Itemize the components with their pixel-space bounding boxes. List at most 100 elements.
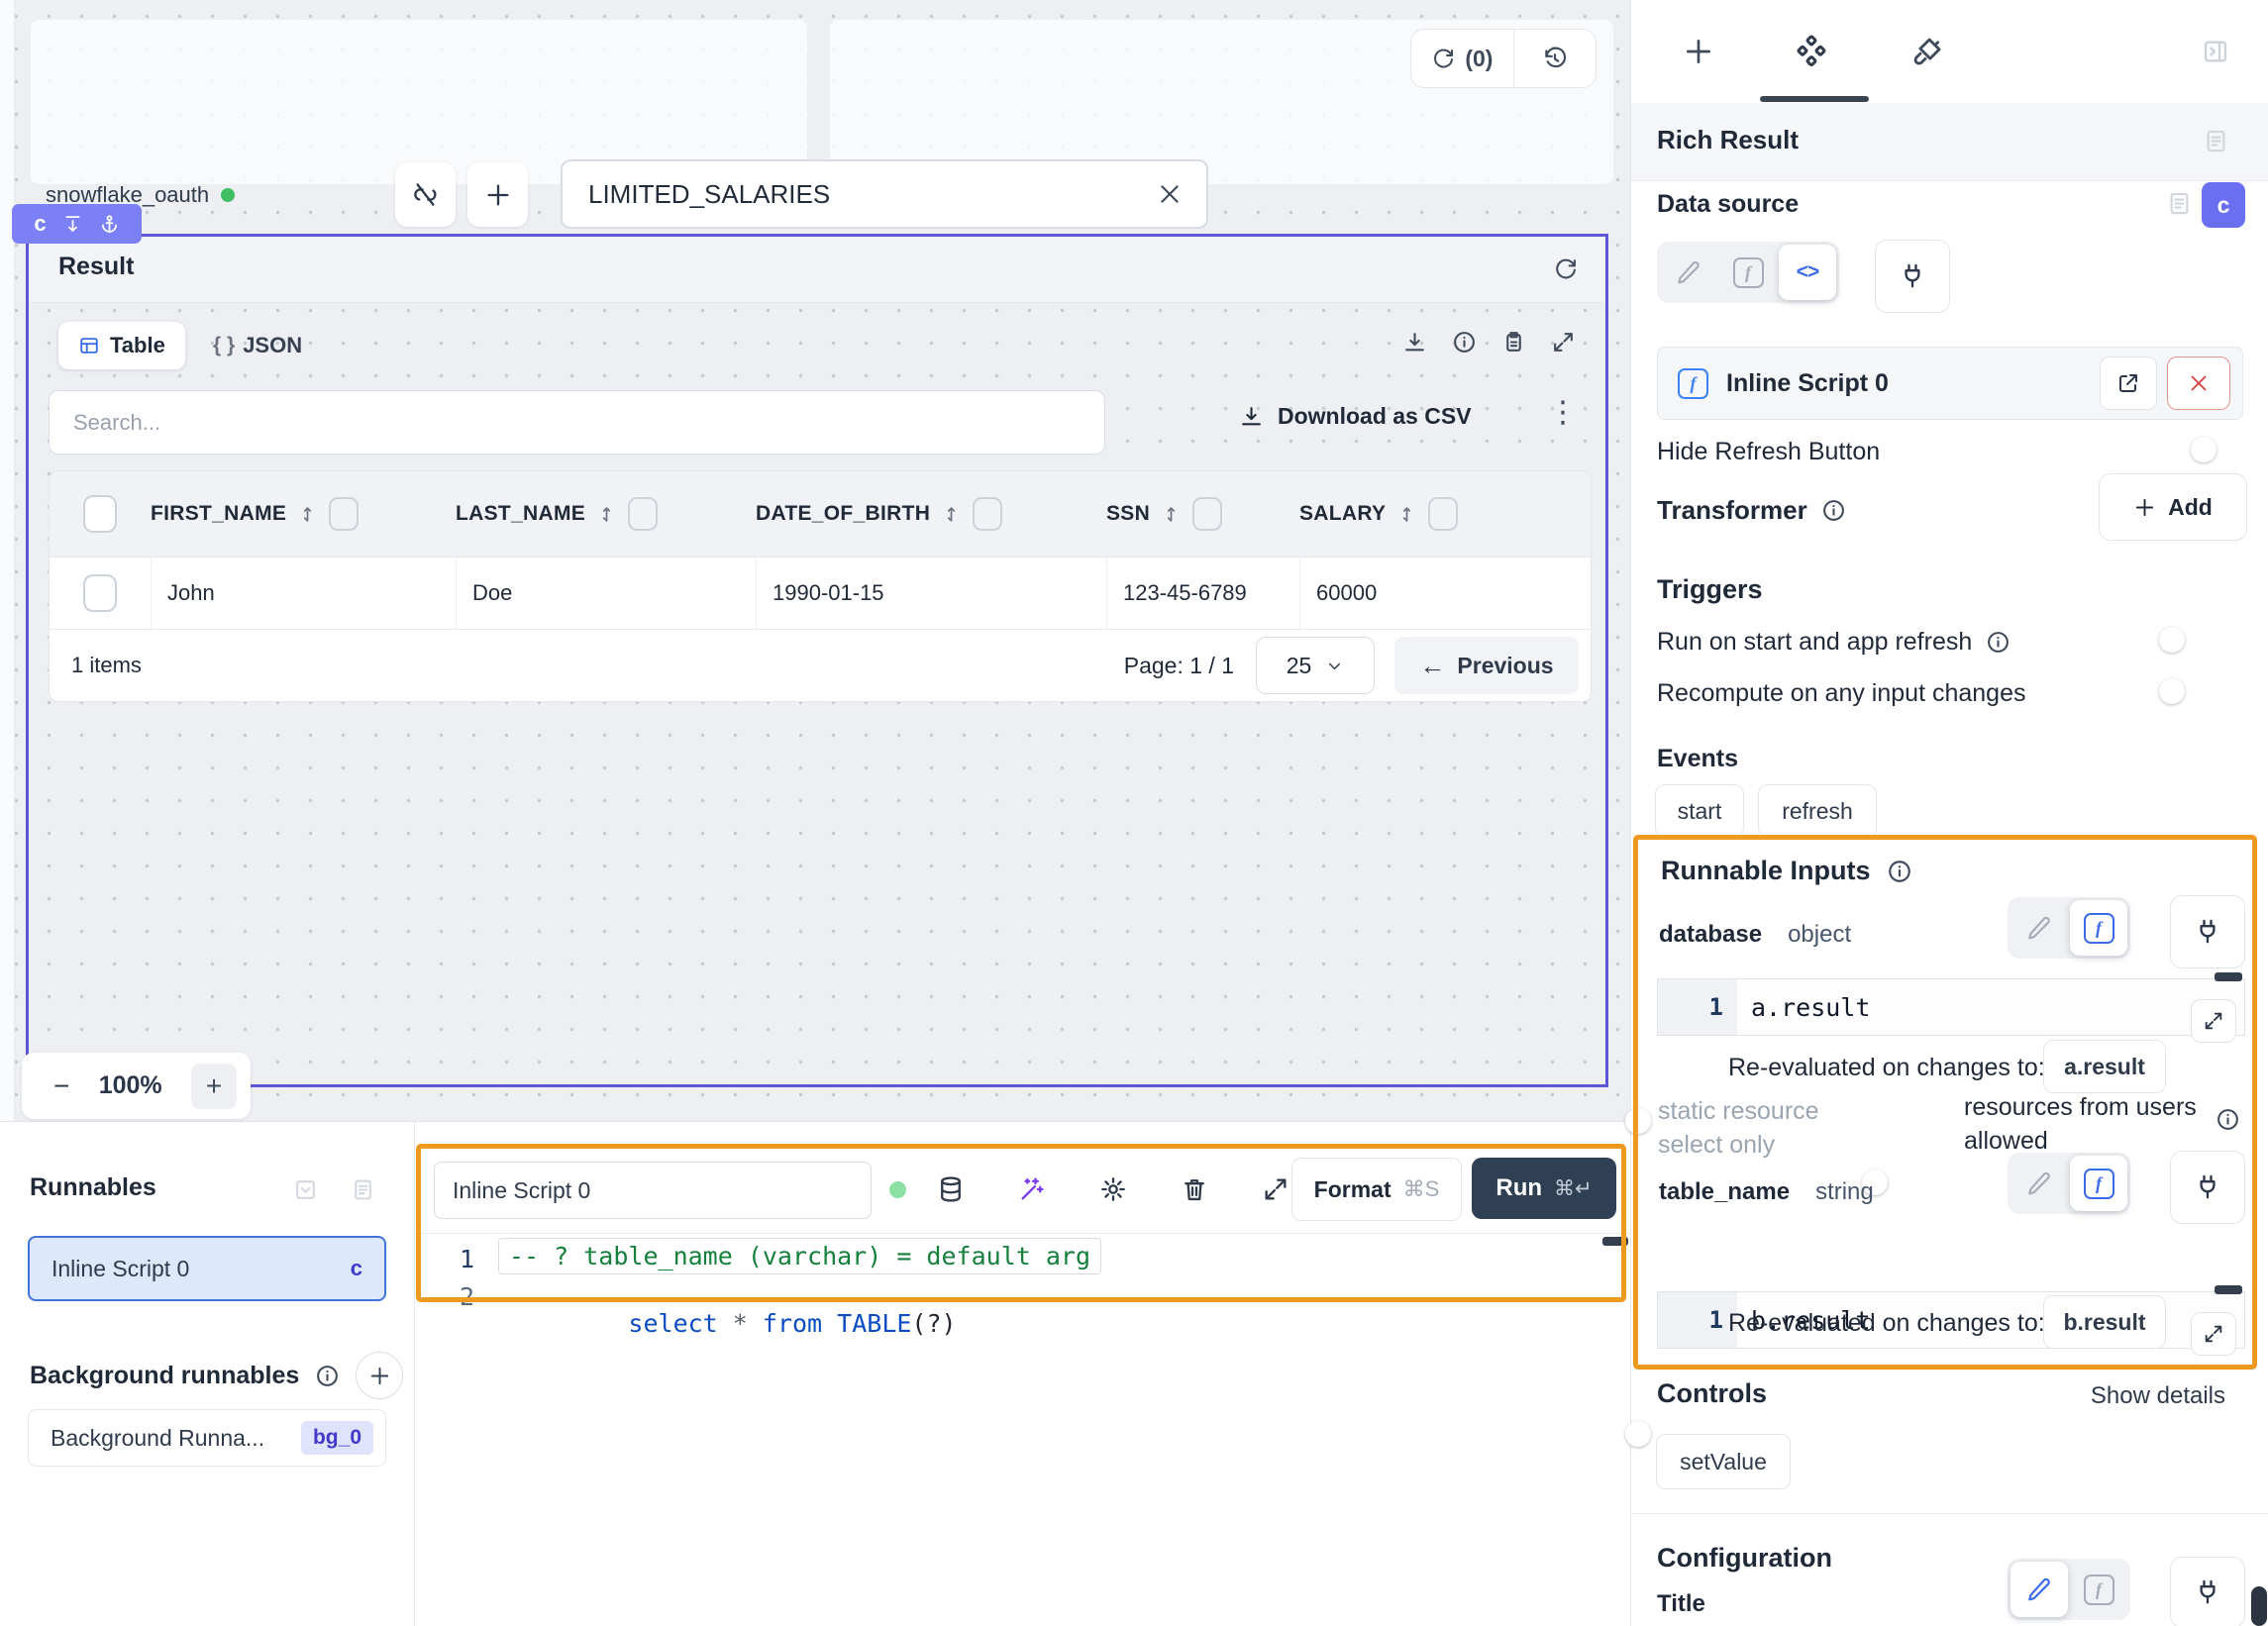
settings-gear-icon[interactable]: [1099, 1175, 1127, 1203]
show-details-link[interactable]: Show details: [2091, 1382, 2225, 1410]
editor-scrollbar-thumb[interactable]: [1602, 1237, 1628, 1246]
line-number: 1: [445, 1245, 474, 1273]
row-checkbox[interactable]: [83, 574, 117, 612]
download-csv-button[interactable]: Download as CSV: [1239, 403, 1472, 430]
doc-icon[interactable]: [2203, 128, 2229, 154]
reeval-target-chip[interactable]: a.result: [2043, 1040, 2166, 1093]
info-icon[interactable]: [1452, 330, 1477, 355]
page-size-value: 25: [1287, 653, 1312, 679]
plug-icon: [2194, 1173, 2221, 1201]
fullscreen-icon[interactable]: [1551, 330, 1576, 355]
format-button[interactable]: Format ⌘S: [1291, 1158, 1462, 1221]
table-name-input[interactable]: LIMITED_SALARIES: [561, 159, 1208, 229]
doc-icon[interactable]: [2166, 190, 2193, 217]
mode-function-icon[interactable]: f: [2070, 1562, 2127, 1617]
function-icon: f: [1678, 368, 1708, 399]
result-actions: [1402, 330, 1576, 355]
runnable-item-inline-script-0[interactable]: Inline Script 0 c: [28, 1236, 386, 1301]
event-chip-start[interactable]: start: [1655, 784, 1744, 838]
sort-icon[interactable]: [1397, 505, 1416, 524]
unlink-button[interactable]: [395, 162, 456, 227]
add-transformer-button[interactable]: Add: [2099, 473, 2247, 541]
table-row[interactable]: John Doe 1990-01-15 123-45-6789 60000: [50, 558, 1591, 629]
background-runnable-item[interactable]: Background Runna... bg_0: [28, 1409, 386, 1467]
column-toggle[interactable]: [329, 497, 359, 531]
event-chip-refresh[interactable]: refresh: [1758, 784, 1877, 838]
control-chip-setvalue[interactable]: setValue: [1656, 1434, 1791, 1489]
page-size-select[interactable]: 25: [1256, 637, 1375, 694]
app-canvas[interactable]: (0) snowflake_oauth LIMITED_SALARIES c: [0, 0, 1630, 1121]
open-script-button[interactable]: [2100, 356, 2157, 410]
delete-trash-icon[interactable]: [1181, 1175, 1208, 1203]
add-background-runnable-button[interactable]: [356, 1352, 403, 1399]
connect-plug-button[interactable]: [2170, 1557, 2245, 1626]
mode-function-icon[interactable]: f: [2070, 900, 2127, 956]
column-toggle[interactable]: [1192, 497, 1222, 531]
input-name: table_name: [1659, 1178, 1790, 1206]
select-all-checkbox[interactable]: [83, 495, 117, 533]
move-to-bottom-icon[interactable]: [62, 214, 83, 235]
collapse-box-icon[interactable]: [293, 1177, 318, 1202]
run-button[interactable]: Run ⌘↵: [1472, 1158, 1616, 1219]
zoom-out-button[interactable]: −: [36, 1070, 69, 1102]
sort-icon[interactable]: [298, 505, 317, 524]
mode-static-pencil-icon[interactable]: [2010, 1562, 2068, 1617]
reeval-target-chip[interactable]: b.result: [2043, 1295, 2166, 1349]
tab-json[interactable]: { } JSON: [199, 322, 316, 369]
connect-plug-button[interactable]: [2170, 895, 2245, 968]
table-kebab-menu[interactable]: ⋮: [1548, 395, 1578, 430]
tab-settings-icon[interactable]: [1794, 34, 1829, 69]
collapse-panel-icon[interactable]: [2202, 38, 2229, 65]
previous-page-button[interactable]: ← Previous: [1394, 637, 1579, 694]
sort-icon[interactable]: [597, 505, 616, 524]
active-code-line[interactable]: -- ? table_name (varchar) = default arg: [498, 1238, 1101, 1274]
connect-plug-button[interactable]: [2170, 1151, 2245, 1224]
tab-style-icon[interactable]: [1910, 35, 1944, 68]
sort-icon[interactable]: [942, 505, 961, 524]
column-toggle[interactable]: [628, 497, 658, 531]
table-name-mode-segment: f: [2008, 1153, 2130, 1214]
copy-result-icon[interactable]: [1501, 330, 1526, 355]
input-name: database: [1659, 921, 1762, 949]
clear-input-icon[interactable]: [1157, 181, 1183, 207]
database-expression-field[interactable]: 1 a.result: [1657, 978, 2245, 1036]
history-icon: [1542, 46, 1568, 71]
canvas-refresh-group: (0): [1410, 29, 1597, 88]
triggers-title: Triggers: [1657, 574, 1763, 605]
database-icon[interactable]: [937, 1175, 965, 1203]
refresh-all-button[interactable]: (0): [1411, 30, 1514, 87]
remove-script-button[interactable]: [2167, 356, 2230, 410]
mode-code-icon[interactable]: <>: [1779, 245, 1836, 300]
tab-insert-icon[interactable]: [1683, 36, 1714, 67]
column-toggle[interactable]: [1428, 497, 1458, 531]
column-header: LAST_NAME: [456, 502, 585, 526]
zoom-in-button[interactable]: +: [191, 1064, 237, 1109]
expand-editor-icon[interactable]: [1262, 1175, 1289, 1203]
history-button[interactable]: [1514, 30, 1596, 87]
sort-icon[interactable]: [1162, 505, 1181, 524]
download-icon[interactable]: [1402, 330, 1427, 355]
rich-result-component[interactable]: Result Table { } JSON Search...: [26, 234, 1608, 1087]
connect-plug-button[interactable]: [1875, 240, 1950, 313]
expand-expression-button[interactable]: [2191, 1312, 2236, 1356]
mode-function-icon[interactable]: f: [2070, 1156, 2127, 1211]
anchor-icon[interactable]: [99, 214, 120, 235]
mode-function-icon[interactable]: f: [1719, 245, 1777, 300]
runnables-panel: Runnables Inline Script 0 c Background r…: [0, 1122, 415, 1626]
result-refresh-icon[interactable]: [1553, 256, 1578, 281]
sql-code-line[interactable]: select * from TABLE(?): [509, 1280, 957, 1367]
ai-wand-icon[interactable]: [1018, 1175, 1046, 1203]
tab-table[interactable]: Table: [58, 322, 185, 369]
doc-icon[interactable]: [351, 1177, 375, 1202]
data-source-script-row[interactable]: f Inline Script 0: [1657, 347, 2243, 420]
mode-static-pencil-icon[interactable]: [1660, 245, 1717, 300]
script-name-input[interactable]: Inline Script 0: [434, 1162, 872, 1219]
expand-expression-button[interactable]: [2191, 999, 2236, 1043]
result-search-input[interactable]: Search...: [49, 390, 1105, 455]
add-query-button[interactable]: [467, 162, 528, 227]
column-toggle[interactable]: [973, 497, 1002, 531]
mode-static-pencil-icon[interactable]: [2010, 1156, 2068, 1211]
panel-scrollbar-thumb[interactable]: [2251, 1586, 2267, 1626]
mode-static-pencil-icon[interactable]: [2010, 900, 2068, 956]
table-name-value: LIMITED_SALARIES: [588, 179, 1157, 210]
